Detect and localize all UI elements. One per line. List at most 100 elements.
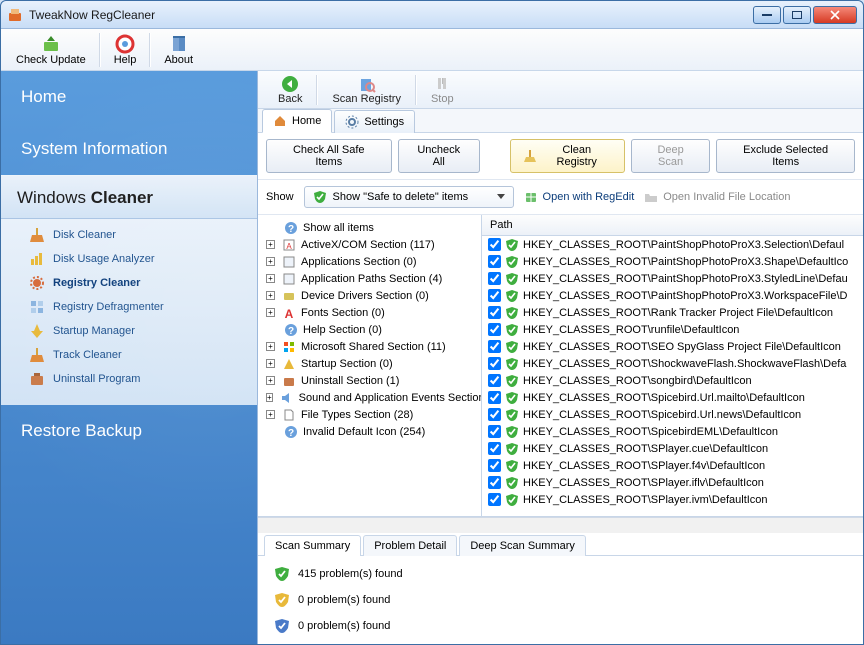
tab-scan-summary[interactable]: Scan Summary [264, 535, 361, 556]
tree-item[interactable]: +Application Paths Section (4) [258, 270, 481, 287]
row-checkbox[interactable] [488, 425, 501, 438]
tab-home[interactable]: Home [262, 109, 332, 133]
row-checkbox[interactable] [488, 340, 501, 353]
main: Back Scan Registry Stop Home [257, 71, 863, 644]
tree-item[interactable]: +Device Drivers Section (0) [258, 287, 481, 304]
nav-home[interactable]: Home [1, 71, 257, 123]
tree-item[interactable]: +AFonts Section (0) [258, 304, 481, 321]
list-row[interactable]: HKEY_CLASSES_ROOT\PaintShopPhotoProX3.Se… [482, 236, 863, 253]
list-header-path[interactable]: Path [482, 215, 863, 236]
row-checkbox[interactable] [488, 238, 501, 251]
list-row[interactable]: HKEY_CLASSES_ROOT\SPlayer.cue\DefaultIco… [482, 440, 863, 457]
expand-icon[interactable]: + [266, 240, 275, 249]
expand-icon[interactable]: + [266, 291, 275, 300]
expand-icon[interactable]: + [266, 257, 275, 266]
list-row[interactable]: HKEY_CLASSES_ROOT\runfile\DefaultIcon [482, 321, 863, 338]
nav-windows-cleaner[interactable]: Windows Cleaner [1, 175, 257, 219]
nav-restore-backup[interactable]: Restore Backup [1, 405, 257, 457]
sidebar-item-label: Registry Defragmenter [53, 301, 164, 313]
list-row[interactable]: HKEY_CLASSES_ROOT\SPlayer.iflv\DefaultIc… [482, 474, 863, 491]
sidebar-item-disk-usage-analyzer[interactable]: Disk Usage Analyzer [1, 247, 257, 271]
row-checkbox[interactable] [488, 306, 501, 319]
uncheck-all-button[interactable]: Uncheck All [398, 139, 480, 173]
exclude-selected-button[interactable]: Exclude Selected Items [716, 139, 855, 173]
check-all-safe-button[interactable]: Check All Safe Items [266, 139, 392, 173]
tree-item[interactable]: +Applications Section (0) [258, 253, 481, 270]
tab-problem-detail[interactable]: Problem Detail [363, 535, 457, 556]
row-checkbox[interactable] [488, 476, 501, 489]
list-row[interactable]: HKEY_CLASSES_ROOT\Rank Tracker Project F… [482, 304, 863, 321]
category-icon [282, 408, 296, 422]
about-button[interactable]: About [153, 31, 204, 69]
registry-path: HKEY_CLASSES_ROOT\SEO SpyGlass Project F… [523, 341, 841, 353]
tree-item[interactable]: +Startup Section (0) [258, 355, 481, 372]
list-row[interactable]: HKEY_CLASSES_ROOT\SPlayer.ivm\DefaultIco… [482, 491, 863, 508]
expand-icon[interactable]: + [266, 308, 275, 317]
list-row[interactable]: HKEY_CLASSES_ROOT\PaintShopPhotoProX3.Sh… [482, 253, 863, 270]
tab-deep-scan-summary[interactable]: Deep Scan Summary [459, 535, 586, 556]
check-update-button[interactable]: Check Update [5, 31, 97, 69]
list-row[interactable]: HKEY_CLASSES_ROOT\PaintShopPhotoProX3.St… [482, 270, 863, 287]
list-scrollbar[interactable] [482, 517, 863, 533]
row-checkbox[interactable] [488, 289, 501, 302]
row-checkbox[interactable] [488, 391, 501, 404]
tree-item[interactable]: ?Show all items [258, 219, 481, 236]
list-row[interactable]: HKEY_CLASSES_ROOT\PaintShopPhotoProX3.Wo… [482, 287, 863, 304]
list-row[interactable]: HKEY_CLASSES_ROOT\songbird\DefaultIcon [482, 372, 863, 389]
show-filter-dropdown[interactable]: Show "Safe to delete" items [304, 186, 514, 208]
sidebar-item-registry-cleaner[interactable]: Registry Cleaner [1, 271, 257, 295]
sidebar-item-disk-cleaner[interactable]: Disk Cleaner [1, 223, 257, 247]
list-row[interactable]: HKEY_CLASSES_ROOT\SPlayer.f4v\DefaultIco… [482, 457, 863, 474]
sidebar-item-uninstall-program[interactable]: Uninstall Program [1, 367, 257, 391]
category-tree[interactable]: ?Show all items+AActiveX/COM Section (11… [258, 215, 482, 516]
expand-icon[interactable]: + [266, 342, 275, 351]
expand-icon[interactable]: + [266, 393, 273, 402]
tree-scrollbar[interactable] [258, 517, 482, 533]
sidebar-item-startup-manager[interactable]: Startup Manager [1, 319, 257, 343]
expand-icon[interactable]: + [266, 410, 275, 419]
list-row[interactable]: HKEY_CLASSES_ROOT\Spicebird.Url.news\Def… [482, 406, 863, 423]
expand-icon[interactable]: + [266, 274, 275, 283]
list-row[interactable]: HKEY_CLASSES_ROOT\ShockwaveFlash.Shockwa… [482, 355, 863, 372]
tree-item[interactable]: ?Help Section (0) [258, 321, 481, 338]
check-update-label: Check Update [16, 54, 86, 66]
list-row[interactable]: HKEY_CLASSES_ROOT\SEO SpyGlass Project F… [482, 338, 863, 355]
regedit-icon [524, 190, 538, 204]
expand-icon[interactable]: + [266, 359, 275, 368]
list-row[interactable]: HKEY_CLASSES_ROOT\SpicebirdEML\DefaultIc… [482, 423, 863, 440]
clean-registry-button[interactable]: Clean Registry [510, 139, 625, 173]
maximize-button[interactable] [783, 6, 811, 24]
results-list-pane[interactable]: Path HKEY_CLASSES_ROOT\PaintShopPhotoPro… [482, 215, 863, 516]
scan-registry-button[interactable]: Scan Registry [320, 73, 412, 107]
registry-path: HKEY_CLASSES_ROOT\Rank Tracker Project F… [523, 307, 833, 319]
tree-item[interactable]: +AActiveX/COM Section (117) [258, 236, 481, 253]
back-button[interactable]: Back [266, 73, 314, 107]
minimize-button[interactable] [753, 6, 781, 24]
row-checkbox[interactable] [488, 442, 501, 455]
broom-icon [523, 149, 537, 163]
open-regedit-link[interactable]: Open with RegEdit [524, 190, 635, 204]
shield-green-icon [505, 340, 519, 354]
row-checkbox[interactable] [488, 357, 501, 370]
row-checkbox[interactable] [488, 374, 501, 387]
tree-item[interactable]: ?Invalid Default Icon (254) [258, 423, 481, 440]
tree-item[interactable]: +Sound and Application Events Section [258, 389, 481, 406]
tree-item[interactable]: +Microsoft Shared Section (11) [258, 338, 481, 355]
close-button[interactable] [813, 6, 857, 24]
row-checkbox[interactable] [488, 408, 501, 421]
tree-item[interactable]: +File Types Section (28) [258, 406, 481, 423]
row-checkbox[interactable] [488, 493, 501, 506]
cleaner-prefix: Windows [17, 188, 91, 207]
row-checkbox[interactable] [488, 272, 501, 285]
sidebar-item-registry-defragmenter[interactable]: Registry Defragmenter [1, 295, 257, 319]
list-row[interactable]: HKEY_CLASSES_ROOT\Spicebird.Url.mailto\D… [482, 389, 863, 406]
tab-settings[interactable]: Settings [334, 110, 415, 133]
row-checkbox[interactable] [488, 323, 501, 336]
nav-system-information[interactable]: System Information [1, 123, 257, 175]
sidebar-item-track-cleaner[interactable]: Track Cleaner [1, 343, 257, 367]
help-button[interactable]: Help [103, 31, 148, 69]
expand-icon[interactable]: + [266, 376, 275, 385]
row-checkbox[interactable] [488, 255, 501, 268]
row-checkbox[interactable] [488, 459, 501, 472]
tree-item[interactable]: +Uninstall Section (1) [258, 372, 481, 389]
